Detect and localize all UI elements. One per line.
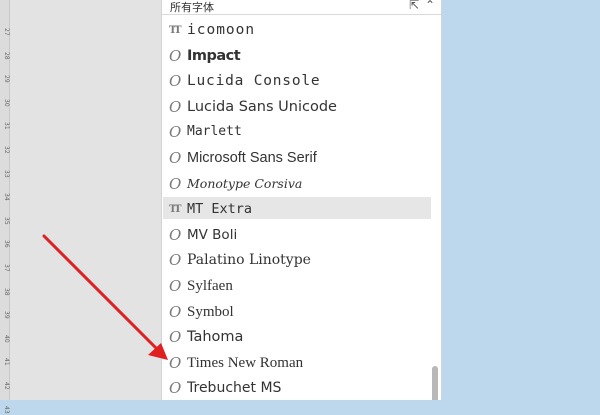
arrow-shaft (42, 234, 160, 352)
ruler-label: 43 (3, 405, 10, 414)
red-arrow-annotation (42, 234, 168, 360)
arrowhead (148, 343, 168, 360)
